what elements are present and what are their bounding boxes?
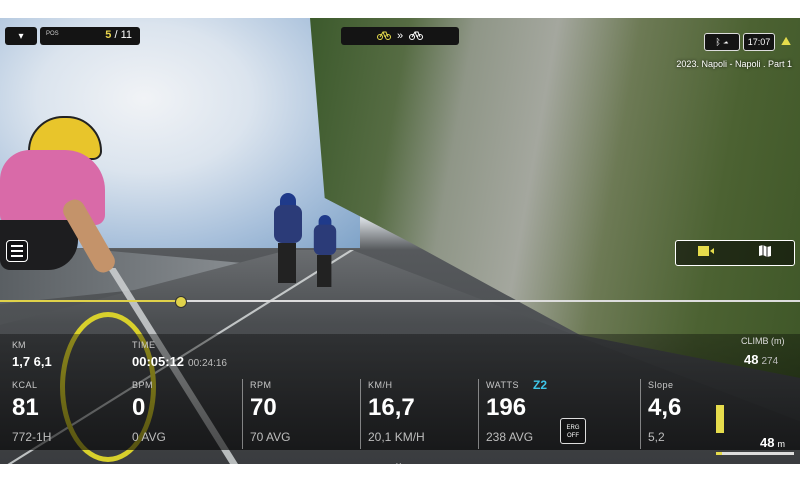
slope-sub: 5,2 [648,430,665,444]
position-value: 5 / 11 [105,29,132,41]
rpm-sub: 70 AVG [250,430,291,444]
distance-to-go: 48 m [760,435,785,450]
clock: 17:07 [743,33,775,51]
sync-icon: » [396,30,404,42]
camera-icon [697,244,715,262]
speed-label: KM/H [368,380,393,390]
power-zone-badge: Z2 [533,378,548,392]
kcal-label: KCAL [12,380,38,390]
slope-value: 4,6 [648,394,682,421]
kcal-sub: 772-1H [12,430,52,444]
expand-chevron-icon[interactable]: ⌄ [394,456,403,469]
rpm-cell: RPM 70 70 AVG [238,334,358,450]
rpm-value: 70 [250,394,277,421]
slope-cell: Slope 4,6 5,2 [636,334,716,450]
kcal-value: 81 [12,394,39,421]
map-view-button[interactable] [735,241,794,265]
view-toggle [675,240,795,266]
bike-icon [409,30,424,43]
slope-gauge [716,405,724,433]
rider-ahead [268,193,308,283]
rpm-label: RPM [250,380,272,390]
bluetooth-icon: ᛒ ☁ [715,37,729,47]
bpm-cell: TIME 00:05:12 00:24:16 BPM 0 0 AVG [120,334,240,450]
slope-label: Slope [648,380,674,390]
position-label: POS [46,31,59,37]
bluetooth-status[interactable]: ᛒ ☁ [704,33,740,51]
bpm-value: 0 [132,394,146,421]
position-indicator: POS 5 / 11 [40,27,140,45]
collapse-button[interactable]: ▾ [5,27,37,45]
bpm-label: BPM [132,380,154,390]
time-value: 00:05:12 00:24:16 [132,354,227,369]
speed-value: 16,7 [368,394,415,421]
speed-cell: KM/H 16,7 20,1 KM/H [356,334,476,450]
route-title: 2023. Napoli - Napoli . Part 1 [676,59,792,69]
speed-sub: 20,1 KM/H [368,430,425,444]
top-left-bar: ▾ POS 5 / 11 [5,27,140,45]
climb-icon: ⛰ [780,34,792,48]
erg-toggle-button[interactable]: ERG OFF [560,418,586,444]
km-label: KM [12,340,26,350]
map-icon [758,244,772,263]
segment-progress-fill [716,452,723,455]
km-value: 1,7 6,1 [12,354,52,369]
camera-view-button[interactable] [676,241,735,265]
watts-sub: 238 AVG [486,430,534,444]
bike-icon [376,30,391,43]
segment-progress-bar [716,452,794,455]
elevation-profile [0,300,800,302]
watts-label: WATTS [486,380,519,390]
time-label: TIME [132,340,156,350]
sync-bikes-indicator[interactable]: » [341,27,459,45]
kcal-cell: KM 1,7 6,1 KCAL 81 772-1H [0,334,120,450]
watts-value: 196 [486,394,527,421]
menu-icon [11,245,23,247]
climb-value: 48 274 [744,352,779,367]
rider-far-ahead [309,215,341,287]
chevron-down-icon: ▾ [18,30,24,42]
top-right-bar: ᛒ ☁ 17:07 ⛰ [704,33,794,51]
watts-cell: WATTS 196 238 AVG [474,334,614,450]
rider-position-marker [175,296,187,308]
stats-panel: KM 1,7 6,1 KCAL 81 772-1H TIME 00:05:12 0… [0,334,800,450]
menu-button[interactable] [6,240,28,262]
climb-label: CLIMB (m) [741,336,785,346]
bpm-sub: 0 AVG [132,430,166,444]
